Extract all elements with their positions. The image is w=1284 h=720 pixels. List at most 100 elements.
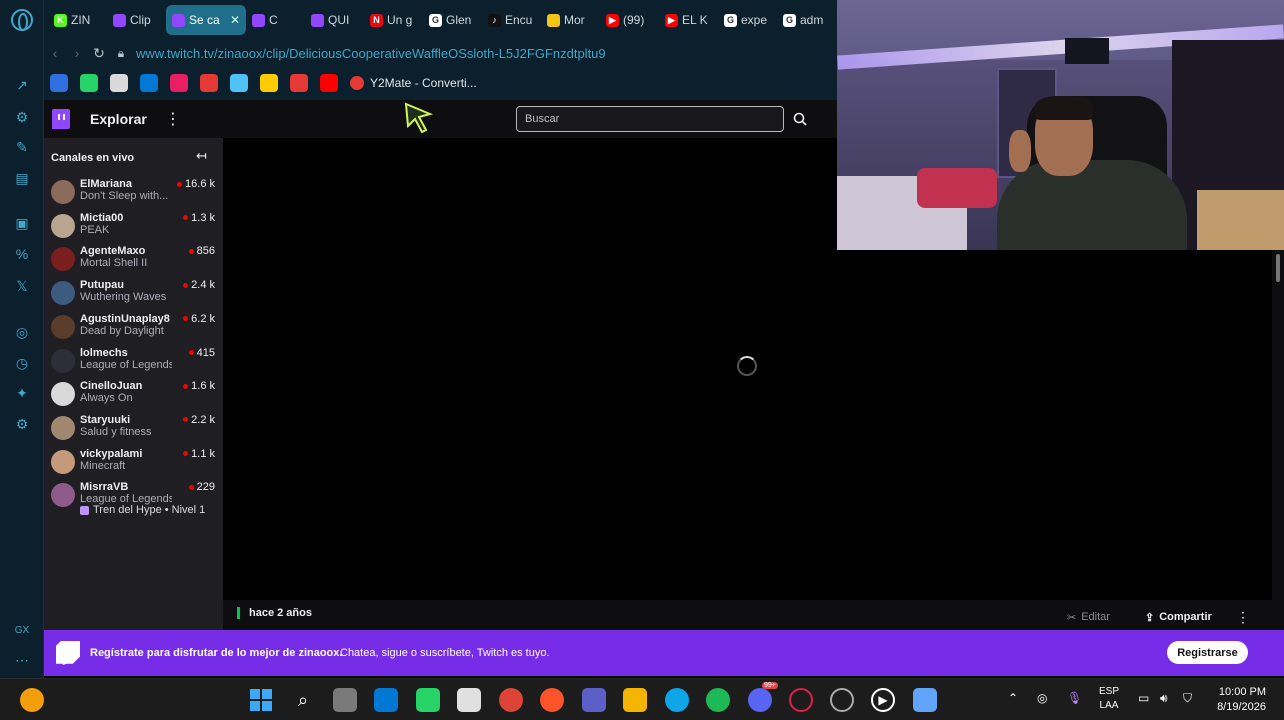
channel-item[interactable]: AgenteMaxo Mortal Shell II 856 <box>51 245 219 277</box>
whatsapp-icon[interactable] <box>416 688 440 712</box>
spotify-icon[interactable] <box>706 688 730 712</box>
search-taskbar-icon[interactable]: ⌕ <box>291 688 315 712</box>
tab[interactable]: ▶ EL K <box>659 5 718 35</box>
bookmark-icon[interactable] <box>110 74 128 92</box>
extensions-icon[interactable]: ✦ <box>12 383 32 403</box>
bookmark-icon[interactable] <box>260 74 278 92</box>
clock[interactable]: 10:00 PM 8/19/2026 <box>1210 685 1266 715</box>
media-player-icon[interactable]: ▶ <box>871 688 895 712</box>
notepad-icon[interactable] <box>913 688 937 712</box>
mail-icon[interactable] <box>374 688 398 712</box>
start-button[interactable] <box>249 688 273 712</box>
clip-more-icon[interactable]: ⋮ <box>1236 609 1250 626</box>
tab-favicon-icon: ♪ <box>488 13 501 27</box>
search-input[interactable] <box>517 107 783 131</box>
search-button[interactable] <box>786 106 814 132</box>
speed-dial-icon[interactable]: ↗ <box>12 75 32 95</box>
pin-icon[interactable]: ✎ <box>12 137 32 157</box>
settings-icon[interactable]: ⚙ <box>12 414 32 434</box>
channel-item[interactable]: ElMariana Don't Sleep with... 16.6 k <box>51 178 219 210</box>
channel-item[interactable]: lolmechs League of Legends 415 <box>51 347 219 379</box>
forward-icon[interactable]: › <box>66 45 88 61</box>
history-icon[interactable]: ◎ <box>12 322 32 342</box>
gx-corner-icon[interactable]: ⚙ <box>12 107 32 127</box>
bookmark-icon[interactable] <box>290 74 308 92</box>
channel-item[interactable]: CinelloJuan Always On 1.6 k <box>51 380 219 412</box>
clock-icon[interactable]: ◷ <box>12 353 32 373</box>
url-field[interactable]: www.twitch.tv/zinaoox/clip/DeliciousCoop… <box>136 46 606 61</box>
tab[interactable]: K ZIN <box>48 5 107 35</box>
tab[interactable]: Gadm <box>777 5 836 35</box>
channel-name: CinelloJuan <box>80 380 143 393</box>
channel-item[interactable]: vickypalami Minecraft 1.1 k <box>51 448 219 480</box>
tab[interactable]: Gexpe <box>718 5 777 35</box>
tab[interactable]: C <box>246 5 305 35</box>
opera-gx-taskbar-icon[interactable] <box>789 688 813 712</box>
nav-more-icon[interactable]: ⋮ <box>165 109 181 129</box>
tab[interactable]: G Glen <box>423 5 482 35</box>
bookmark-icon[interactable] <box>140 74 158 92</box>
edge-icon[interactable] <box>665 688 689 712</box>
back-icon[interactable]: ‹ <box>44 45 66 61</box>
task-view-icon[interactable] <box>333 688 357 712</box>
tab[interactable]: Clip <box>107 5 166 35</box>
notification-icon[interactable]: ⛉ <box>1183 691 1192 706</box>
discord-icon[interactable]: 99+ <box>748 682 778 712</box>
more-sidebar-icon[interactable]: ⋯ <box>12 650 32 670</box>
network-icon[interactable]: ▭ <box>1138 691 1149 705</box>
edit-button[interactable]: ✂ Editar <box>1067 611 1110 624</box>
signup-banner: Regístrate para disfrutar de lo mejor de… <box>44 630 1284 676</box>
tab-close-icon[interactable]: ✕ <box>230 13 240 27</box>
channel-item[interactable]: Putupau Wuthering Waves 2.4 k <box>51 279 219 311</box>
teams-icon[interactable] <box>582 688 606 712</box>
tab[interactable]: Se ca ✕ <box>166 5 246 35</box>
microphone-icon[interactable]: 🎙︎ <box>1067 691 1082 705</box>
register-button[interactable]: Registrarse <box>1167 641 1248 664</box>
twitch-sidebar-icon[interactable]: ▣ <box>12 213 32 233</box>
tab-favicon-icon <box>113 13 126 27</box>
file-explorer-icon[interactable] <box>623 688 647 712</box>
channel-item[interactable]: Staryuuki Salud y fitness 2.2 k <box>51 414 219 446</box>
volume-icon[interactable]: 🔊︎ <box>1160 691 1168 706</box>
viewer-count: 229 <box>189 481 215 493</box>
weather-widget-icon[interactable] <box>20 688 44 712</box>
tab[interactable]: ▶ (99) <box>600 5 659 35</box>
store-icon[interactable] <box>457 688 481 712</box>
bookmark-icon[interactable] <box>50 74 68 92</box>
nav-explore[interactable]: Explorar <box>90 111 147 127</box>
obs-icon[interactable] <box>830 688 854 712</box>
reload-icon[interactable]: ↻ <box>88 45 110 62</box>
bookmark-icon[interactable] <box>80 74 98 92</box>
tray-overflow-icon[interactable]: ⌃ <box>1008 691 1018 705</box>
bookmark-icon[interactable] <box>230 74 248 92</box>
bookmark-y2mate[interactable]: Y2Mate - Converti... <box>350 76 477 90</box>
opera-gx-logo[interactable] <box>11 9 33 31</box>
channel-item[interactable]: Mictia00 PEAK 1.3 k <box>51 212 219 244</box>
percent-icon[interactable]: % <box>12 244 32 264</box>
edit-label: Editar <box>1081 611 1110 623</box>
search-icon <box>793 112 807 126</box>
chrome-icon[interactable] <box>499 688 523 712</box>
tray-app-icon[interactable]: ◎ <box>1037 691 1047 705</box>
lock-icon: 🔒︎ <box>117 45 125 60</box>
tab[interactable]: Mor <box>541 5 600 35</box>
share-button[interactable]: ⇪ Compartir <box>1145 611 1212 624</box>
tab[interactable]: QUI <box>305 5 364 35</box>
channel-item[interactable]: AgustinUnaplay8 Dead by Daylight 6.2 k <box>51 313 219 345</box>
brave-icon[interactable] <box>540 688 564 712</box>
scrollbar-thumb[interactable] <box>1276 254 1280 282</box>
collapse-sidebar-icon[interactable]: ↤ <box>196 148 207 164</box>
viewer-count: 1.3 k <box>183 212 215 224</box>
viewer-count: 1.6 k <box>183 380 215 392</box>
clock-time: 10:00 PM <box>1218 686 1266 698</box>
bookmark-icon[interactable] <box>170 74 188 92</box>
tab[interactable]: ♪ Encu <box>482 5 541 35</box>
twitch-logo-icon[interactable] <box>52 109 70 129</box>
bookmark-icon[interactable] <box>320 74 338 92</box>
page-scrollbar[interactable] <box>1272 250 1284 630</box>
player-icon[interactable]: ▤ <box>12 168 32 188</box>
tab[interactable]: N Un g <box>364 5 423 35</box>
bookmark-icon[interactable] <box>200 74 218 92</box>
x-twitter-icon[interactable]: 𝕏 <box>12 276 32 296</box>
language-indicator[interactable]: ESP LAA <box>1099 685 1119 713</box>
